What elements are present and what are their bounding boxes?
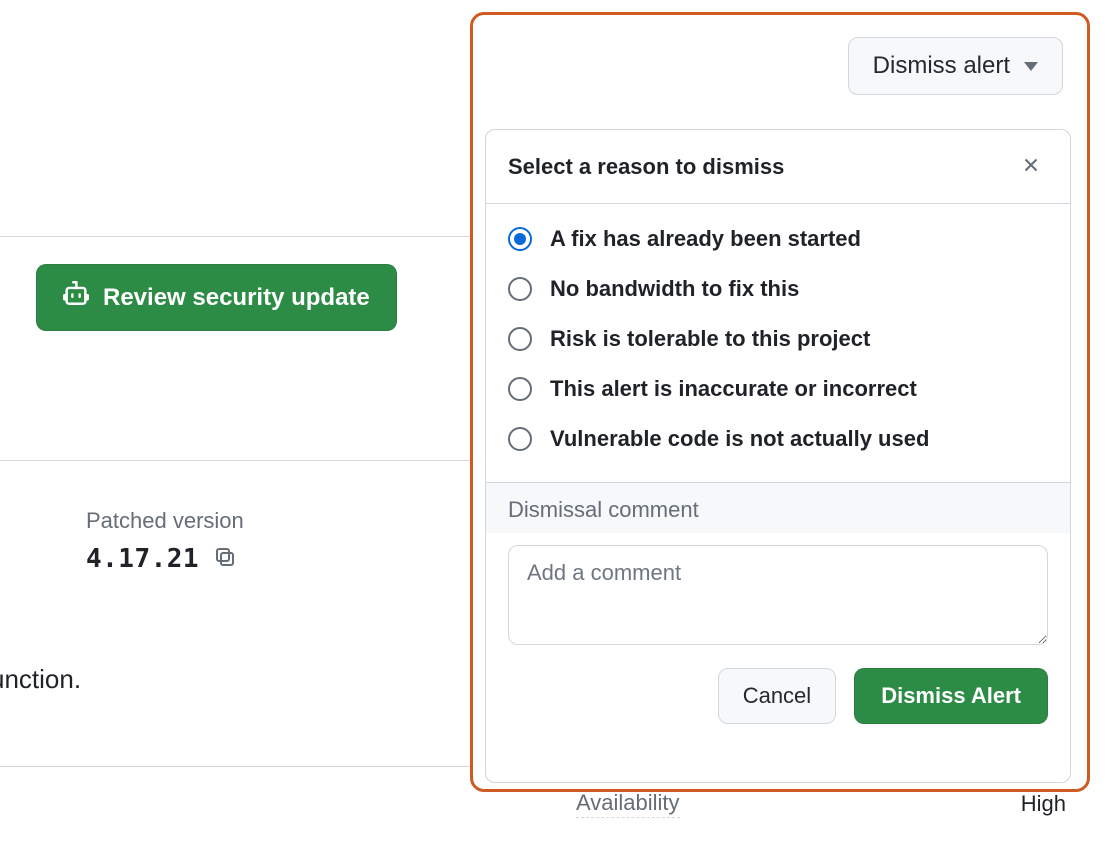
cancel-button[interactable]: Cancel — [718, 668, 836, 724]
review-security-update-button[interactable]: Review security update — [36, 264, 397, 331]
option-code-unused[interactable]: Vulnerable code is not actually used — [508, 414, 1048, 464]
option-no-bandwidth[interactable]: No bandwidth to fix this — [508, 264, 1048, 314]
option-label: This alert is inaccurate or incorrect — [550, 376, 917, 402]
option-label: Risk is tolerable to this project — [550, 326, 870, 352]
radio-icon — [508, 327, 532, 351]
dismiss-alert-popover-outline: Dismiss alert Select a reason to dismiss — [470, 12, 1090, 792]
availability-row: Availability High — [576, 790, 1066, 818]
radio-icon — [508, 377, 532, 401]
option-label: Vulnerable code is not actually used — [550, 426, 929, 452]
option-fix-started[interactable]: A fix has already been started — [508, 214, 1048, 264]
option-label: No bandwidth to fix this — [550, 276, 799, 302]
radio-icon — [508, 427, 532, 451]
modal-title: Select a reason to dismiss — [508, 154, 784, 180]
availability-label: Availability — [576, 790, 680, 818]
copy-icon[interactable] — [213, 545, 237, 574]
close-button[interactable] — [1014, 148, 1048, 185]
dismiss-alert-trigger-button[interactable]: Dismiss alert — [848, 37, 1063, 95]
dismiss-reason-modal: Select a reason to dismiss A fix has alr… — [485, 129, 1071, 783]
description-fragment: unction. — [0, 664, 81, 695]
dependabot-icon — [63, 281, 89, 314]
radio-icon — [508, 277, 532, 301]
button-label: Review security update — [103, 284, 370, 312]
patched-version-value: 4.17.21 — [86, 544, 199, 574]
option-risk-tolerable[interactable]: Risk is tolerable to this project — [508, 314, 1048, 364]
dismiss-reason-options: A fix has already been started No bandwi… — [486, 204, 1070, 482]
patched-version-label: Patched version — [86, 508, 244, 534]
close-icon — [1020, 154, 1042, 179]
availability-value: High — [1021, 791, 1066, 817]
dismissal-comment-input[interactable] — [508, 545, 1048, 645]
dismissal-comment-label: Dismissal comment — [486, 483, 1070, 533]
option-label: A fix has already been started — [550, 226, 861, 252]
dismiss-alert-confirm-button[interactable]: Dismiss Alert — [854, 668, 1048, 724]
button-label: Dismiss alert — [873, 52, 1010, 80]
caret-down-icon — [1024, 62, 1038, 71]
patched-version-block: Patched version 4.17.21 — [86, 508, 244, 574]
option-inaccurate[interactable]: This alert is inaccurate or incorrect — [508, 364, 1048, 414]
radio-icon — [508, 227, 532, 251]
